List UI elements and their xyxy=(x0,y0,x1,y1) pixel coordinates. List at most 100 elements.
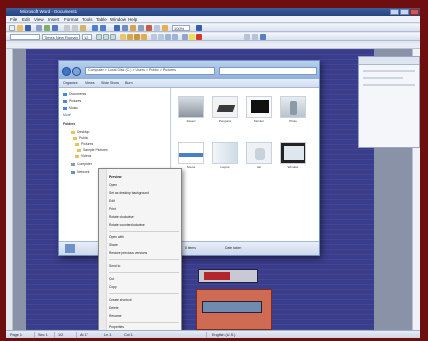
menu-item-copy[interactable]: Copy xyxy=(109,285,179,290)
font-select[interactable]: Times New Roman xyxy=(42,34,80,40)
menu-item-open-with[interactable]: Open with xyxy=(109,235,179,240)
excel-icon[interactable] xyxy=(130,25,136,31)
folder-pictures[interactable]: Pictures xyxy=(75,142,93,146)
zoom-select[interactable]: 100% xyxy=(172,25,190,31)
thumbnail-item[interactable]: Jar xyxy=(246,142,272,169)
menu-file[interactable]: File xyxy=(10,17,17,22)
fav-pictures[interactable]: Pictures xyxy=(63,99,81,103)
menu-view[interactable]: View xyxy=(34,17,44,22)
explorer-toolbar: Organize Views Slide Show Burn xyxy=(59,79,319,88)
spelling-icon[interactable] xyxy=(52,25,58,31)
views-button[interactable]: Views xyxy=(85,81,95,85)
columns-icon[interactable] xyxy=(138,25,144,31)
open-icon[interactable] xyxy=(17,25,23,31)
preview-icon[interactable] xyxy=(44,25,50,31)
folders-header[interactable]: Folders xyxy=(63,122,75,126)
menu-item-send-to[interactable]: Send to xyxy=(109,264,179,269)
fav-documents[interactable]: Documents xyxy=(63,92,86,96)
menu-help[interactable]: Help xyxy=(128,17,137,22)
table-icon[interactable] xyxy=(122,25,128,31)
menu-insert[interactable]: Insert xyxy=(48,17,59,22)
forward-button[interactable] xyxy=(72,67,81,76)
thumbnail-item[interactable]: Desert xyxy=(178,96,204,123)
style-select[interactable] xyxy=(10,34,40,40)
folder-network[interactable]: Network xyxy=(71,170,89,174)
docmap-icon[interactable] xyxy=(154,25,160,31)
folder-public[interactable]: Public xyxy=(73,136,88,140)
menu-item-cut[interactable]: Cut xyxy=(109,277,179,282)
menu-format[interactable]: Format xyxy=(64,17,78,22)
menu-item-print[interactable]: Print xyxy=(109,207,179,212)
task-pane xyxy=(358,56,420,148)
undo-icon[interactable] xyxy=(92,25,98,31)
burn-button[interactable]: Burn xyxy=(125,81,133,85)
menu-item-share[interactable]: Share xyxy=(109,243,179,248)
menu-item-create-shortcut[interactable]: Create shortcut xyxy=(109,298,179,303)
thumbnail-item[interactable]: Scene xyxy=(178,142,204,169)
thumbnail-item[interactable]: Penguins xyxy=(212,96,238,123)
bullets-icon[interactable] xyxy=(158,34,164,40)
slideshow-button[interactable]: Slide Show xyxy=(101,81,119,85)
align-right-icon[interactable] xyxy=(134,34,140,40)
close-button[interactable] xyxy=(410,9,419,15)
menu-item-restore[interactable]: Restore previous versions xyxy=(109,251,179,256)
back-button[interactable] xyxy=(62,67,71,76)
minimize-button[interactable] xyxy=(390,9,399,15)
menu-item-open[interactable]: Open xyxy=(109,183,179,188)
menu-item-rotate-ccw[interactable]: Rotate counterclockwise xyxy=(109,223,179,228)
save-icon[interactable] xyxy=(25,25,31,31)
bold-icon[interactable] xyxy=(96,34,102,40)
fav-more[interactable]: More xyxy=(63,113,71,117)
vertical-ruler[interactable] xyxy=(6,49,13,330)
track-icon[interactable] xyxy=(252,34,258,40)
copy-icon[interactable] xyxy=(72,25,78,31)
border-icon[interactable] xyxy=(182,34,188,40)
fav-music[interactable]: Music xyxy=(63,106,78,110)
show-hide-icon[interactable] xyxy=(162,25,168,31)
menu-item-edit[interactable]: Edit xyxy=(109,199,179,204)
increase-indent-icon[interactable] xyxy=(172,34,178,40)
new-icon[interactable] xyxy=(9,25,15,31)
search-box[interactable] xyxy=(219,67,317,75)
menu-item-delete[interactable]: Delete xyxy=(109,306,179,311)
task-pane-header[interactable] xyxy=(359,57,419,65)
thumbnail-item[interactable]: Layout xyxy=(212,142,238,169)
align-left-icon[interactable] xyxy=(120,34,126,40)
decrease-indent-icon[interactable] xyxy=(165,34,171,40)
align-center-icon[interactable] xyxy=(127,34,133,40)
underline-icon[interactable] xyxy=(110,34,116,40)
folder-desktop[interactable]: Desktop xyxy=(71,130,89,134)
hyperlink-icon[interactable] xyxy=(114,25,120,31)
address-bar[interactable]: Computer > Local Disk (C:) > Users > Pub… xyxy=(85,67,215,75)
cut-icon[interactable] xyxy=(64,25,70,31)
print-icon[interactable] xyxy=(36,25,42,31)
folder-computer[interactable]: Computer xyxy=(71,162,92,166)
menu-edit[interactable]: Edit xyxy=(22,17,30,22)
menu-item-preview[interactable]: Preview xyxy=(109,175,179,180)
thumbnail-item[interactable]: Window xyxy=(280,142,306,169)
organize-button[interactable]: Organize xyxy=(63,81,78,85)
italic-icon[interactable] xyxy=(103,34,109,40)
menu-item-set-background[interactable]: Set as desktop background xyxy=(109,191,179,196)
reviewing-icon[interactable] xyxy=(244,34,250,40)
numbering-icon[interactable] xyxy=(151,34,157,40)
justify-icon[interactable] xyxy=(141,34,147,40)
menu-item-rename[interactable]: Rename xyxy=(109,314,179,319)
paste-icon[interactable] xyxy=(80,25,86,31)
menu-item-rotate-cw[interactable]: Rotate clockwise xyxy=(109,215,179,220)
folder-videos[interactable]: Videos xyxy=(75,154,91,158)
thumbnail-item[interactable]: Photo xyxy=(280,96,306,123)
menu-window[interactable]: Window xyxy=(110,17,126,22)
menu-table[interactable]: Table xyxy=(96,17,107,22)
highlight-icon[interactable] xyxy=(189,34,195,40)
font-size-select[interactable]: 12 xyxy=(82,34,92,40)
drawing-icon[interactable] xyxy=(146,25,152,31)
help-icon[interactable] xyxy=(196,25,202,31)
font-color-icon[interactable] xyxy=(196,34,202,40)
menu-tools[interactable]: Tools xyxy=(82,17,93,22)
research-icon[interactable] xyxy=(260,34,266,40)
maximize-button[interactable] xyxy=(400,9,409,15)
folder-sample-pictures[interactable]: Sample Pictures xyxy=(77,148,108,152)
thumbnail-item[interactable]: Monitor xyxy=(246,96,272,123)
redo-icon[interactable] xyxy=(100,25,106,31)
